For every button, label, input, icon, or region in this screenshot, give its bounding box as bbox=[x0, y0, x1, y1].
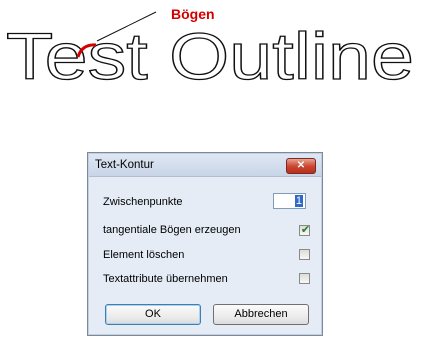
cancel-button-label: Abbrechen bbox=[234, 308, 288, 320]
option-element-loeschen-label: Element löschen bbox=[103, 249, 185, 261]
text-kontur-dialog: Text-Kontur ✕ Zwischenpunkte 1 tangentia… bbox=[87, 152, 323, 336]
close-button[interactable]: ✕ bbox=[286, 158, 316, 174]
zwischenpunkte-label: Zwischenpunkte bbox=[103, 196, 183, 208]
option-tangentiale-boegen-checkbox[interactable]: ✔ bbox=[299, 224, 311, 236]
annotation-label: Bögen bbox=[171, 6, 215, 22]
option-textattribute-checkbox[interactable] bbox=[299, 273, 310, 284]
close-icon: ✕ bbox=[296, 160, 306, 171]
ok-button-label: OK bbox=[145, 308, 161, 320]
zwischenpunkte-value: 1 bbox=[294, 195, 303, 207]
outline-illustration: Test Outline Bögen bbox=[5, 6, 414, 94]
dialog-title: Text-Kontur bbox=[95, 159, 154, 171]
ok-button[interactable]: OK bbox=[105, 304, 201, 325]
option-element-loeschen-checkbox[interactable] bbox=[299, 249, 310, 260]
option-tangentiale-boegen-label: tangentiale Bögen erzeugen bbox=[103, 224, 241, 236]
zwischenpunkte-input[interactable]: 1 bbox=[273, 193, 306, 209]
checkmark-icon: ✔ bbox=[300, 224, 311, 236]
dialog-titlebar[interactable]: Text-Kontur ✕ bbox=[89, 154, 321, 177]
outline-text: Test Outline bbox=[6, 19, 414, 93]
option-textattribute-label: Textattribute übernehmen bbox=[103, 273, 228, 285]
cancel-button[interactable]: Abbrechen bbox=[213, 304, 309, 325]
